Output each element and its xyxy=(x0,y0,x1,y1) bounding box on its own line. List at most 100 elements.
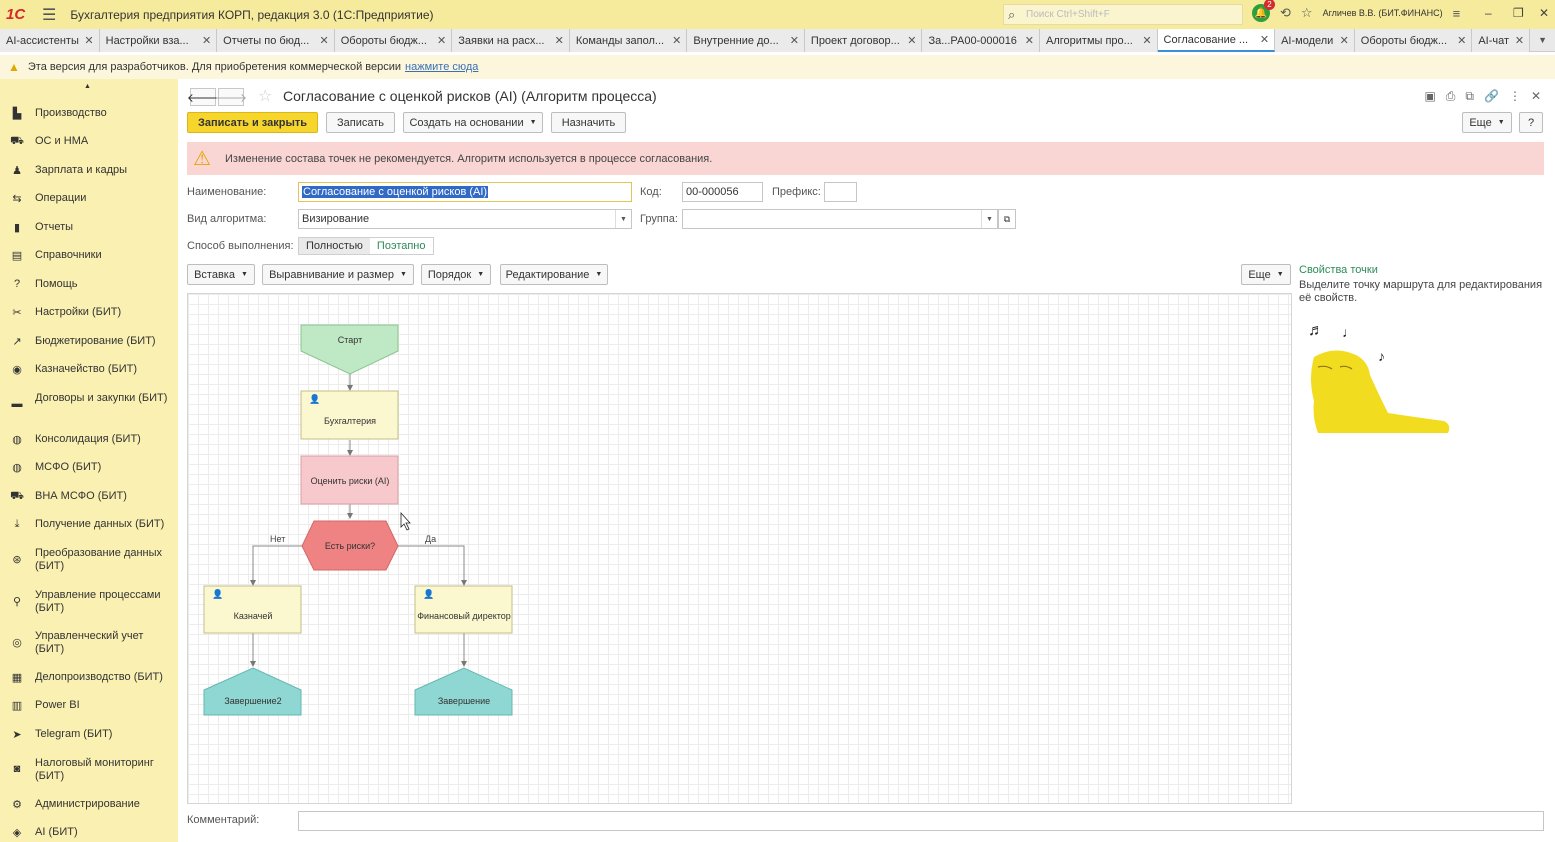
close-tab-icon[interactable]: ✕ xyxy=(1515,34,1524,47)
sidebar-item-20[interactable]: ➤ Telegram (БИТ) xyxy=(0,722,178,748)
node-treasurer[interactable]: 👤 Казначей xyxy=(203,585,302,634)
sidebar-item-19[interactable]: ▥ Power BI xyxy=(0,693,178,719)
close-tab-icon[interactable]: ✕ xyxy=(1025,34,1034,47)
sidebar-item-18[interactable]: ▦ Делопроизводство (БИТ) xyxy=(0,665,178,691)
node-accounting[interactable]: 👤 Бухгалтерия xyxy=(300,390,399,440)
chevron-down-icon[interactable]: ▼ xyxy=(615,210,631,228)
sidebar-item-10[interactable]: ▬ Договоры и закупки (БИТ) xyxy=(0,392,178,418)
insert-menu-button[interactable]: Вставка ▼ xyxy=(187,264,255,285)
tab-9[interactable]: Алгоритмы про... ✕ xyxy=(1040,29,1158,52)
align-size-menu-button[interactable]: Выравнивание и размер ▼ xyxy=(262,264,414,285)
close-tab-icon[interactable]: ✕ xyxy=(907,34,916,47)
more-button[interactable]: Еще ▼ xyxy=(1462,112,1512,133)
sidebar-item-4[interactable]: ▮ Отчеты xyxy=(0,215,178,241)
help-button[interactable]: ? xyxy=(1519,112,1543,133)
close-tab-icon[interactable]: ✕ xyxy=(672,34,681,47)
more-vert-icon[interactable]: ⋮ xyxy=(1509,89,1521,104)
prefix-field[interactable] xyxy=(824,182,857,202)
print-icon[interactable]: ⎙ xyxy=(1446,89,1456,104)
name-field[interactable]: Согласование с оценкой рисков (AI) xyxy=(298,182,632,202)
scroll-up-icon[interactable]: ▲ xyxy=(84,83,91,90)
edit-menu-button[interactable]: Редактирование ▼ xyxy=(500,264,608,285)
node-end[interactable]: Завершение xyxy=(414,667,513,716)
sidebar-item-11[interactable]: ◍ Консолидация (БИТ) xyxy=(0,427,178,453)
menu-icon[interactable]: ☰ xyxy=(42,5,56,25)
user-name[interactable]: Агличев В.В. (БИТ.ФИНАНС) xyxy=(1323,8,1443,18)
chevron-down-icon[interactable]: ▼ xyxy=(981,210,997,228)
tab-7[interactable]: Проект договор... ✕ xyxy=(804,29,923,52)
close-tab-icon[interactable]: ✕ xyxy=(555,34,564,47)
sidebar-item-23[interactable]: ◈ AI (БИТ) xyxy=(0,820,178,842)
canvas-more-button[interactable]: Еще ▼ xyxy=(1241,264,1291,285)
forward-button[interactable]: 🡒 xyxy=(215,88,247,106)
sidebar-item-14[interactable]: ⤓ Получение данных (БИТ) xyxy=(0,512,178,538)
group-select[interactable]: ▼ xyxy=(682,209,998,229)
algorithm-kind-select[interactable]: Визирование ▼ xyxy=(298,209,632,229)
search-input[interactable]: ⌕ Поиск Ctrl+Shift+F xyxy=(1003,4,1243,25)
node-start[interactable]: Старт xyxy=(300,324,399,375)
favorite-star-icon[interactable]: ☆ xyxy=(258,86,272,106)
order-menu-button[interactable]: Порядок ▼ xyxy=(421,264,491,285)
sidebar-item-16[interactable]: ⚲ Управление процессами (БИТ) xyxy=(0,589,178,615)
tab-6[interactable]: Внутренние до... ✕ xyxy=(687,29,805,52)
sidebar-item-2[interactable]: ♟ Зарплата и кадры xyxy=(0,158,178,184)
tabs-more-icon[interactable]: ▼ xyxy=(1530,29,1555,51)
favorites-icon[interactable]: ☆ xyxy=(1301,5,1313,21)
sidebar-item-8[interactable]: ↗ Бюджетирование (БИТ) xyxy=(0,329,178,355)
sidebar-item-3[interactable]: ⇆ Операции xyxy=(0,186,178,212)
tab-3[interactable]: Обороты бюдж... ✕ xyxy=(334,29,453,52)
sidebar-item-7[interactable]: ✂ Настройки (БИТ) xyxy=(0,300,178,326)
comment-field[interactable] xyxy=(298,811,1544,831)
notifications-icon[interactable]: 🔔 2 xyxy=(1252,0,1275,22)
sidebar-item-0[interactable]: ▙ Производство xyxy=(0,101,178,127)
sidebar-item-9[interactable]: ◉ Казначейство (БИТ) xyxy=(0,357,178,383)
sidebar-item-17[interactable]: ◎ Управленческий учет (БИТ) xyxy=(0,630,178,656)
close-window-icon[interactable]: ✕ xyxy=(1539,6,1549,20)
close-tab-icon[interactable]: ✕ xyxy=(1340,34,1349,47)
minimize-icon[interactable]: – xyxy=(1485,6,1492,20)
tab-11[interactable]: AI-модели ✕ xyxy=(1275,29,1355,52)
preview-icon[interactable]: ⧉ xyxy=(1465,89,1474,104)
sidebar-item-12[interactable]: ◍ МСФО (БИТ) xyxy=(0,455,178,481)
close-tab-icon[interactable]: ✕ xyxy=(320,34,329,47)
purchase-link[interactable]: нажмите сюда xyxy=(405,61,478,73)
code-field[interactable]: 00-000056 xyxy=(682,182,763,202)
node-assess-risks[interactable]: Оценить риски (AI) xyxy=(300,455,399,505)
sidebar-item-6[interactable]: ? Помощь xyxy=(0,272,178,298)
close-tab-icon[interactable]: ✕ xyxy=(202,34,211,47)
save-icon[interactable]: ▣ xyxy=(1424,89,1435,104)
close-tab-icon[interactable]: ✕ xyxy=(437,34,446,47)
tab-2[interactable]: Отчеты по бюд... ✕ xyxy=(217,29,335,52)
sidebar-item-13[interactable]: ⛟ ВНА МСФО (БИТ) xyxy=(0,484,178,510)
close-tab-icon[interactable]: ✕ xyxy=(1260,33,1269,46)
node-decision[interactable]: Есть риски? xyxy=(301,520,399,571)
open-group-icon[interactable]: ⧉ xyxy=(998,209,1016,229)
tab-0[interactable]: AI-ассистенты ✕ xyxy=(0,29,100,52)
save-button[interactable]: Записать xyxy=(326,112,395,133)
tab-1[interactable]: Настройки вза... ✕ xyxy=(99,29,218,52)
close-form-icon[interactable]: ✕ xyxy=(1531,89,1541,104)
sidebar-item-22[interactable]: ⚙ Администрирование xyxy=(0,792,178,818)
node-end2[interactable]: Завершение2 xyxy=(203,667,302,716)
save-and-close-button[interactable]: Записать и закрыть xyxy=(187,112,318,133)
node-cfo[interactable]: 👤 Финансовый директор xyxy=(414,585,513,634)
close-tab-icon[interactable]: ✕ xyxy=(84,34,93,47)
link-icon[interactable]: 🔗 xyxy=(1484,89,1499,104)
settings-icon[interactable]: ≡ xyxy=(1453,6,1461,21)
sidebar-item-21[interactable]: ◙ Налоговый мониторинг (БИТ) xyxy=(0,757,178,783)
tab-4[interactable]: Заявки на расх... ✕ xyxy=(452,29,570,52)
restore-icon[interactable]: ❐ xyxy=(1513,6,1524,20)
mode-option-full[interactable]: Полностью xyxy=(299,238,370,254)
tab-8[interactable]: За...РА00-000016 ✕ xyxy=(922,29,1040,52)
sidebar-item-15[interactable]: ⊛ Преобразование данных (БИТ) xyxy=(0,547,178,573)
close-tab-icon[interactable]: ✕ xyxy=(1142,34,1151,47)
back-button[interactable]: 🡐 xyxy=(187,88,219,106)
flowchart-canvas[interactable]: Нет Да Старт 👤 Бухгалтерия Оценить риски… xyxy=(187,293,1292,804)
tab-5[interactable]: Команды запол... ✕ xyxy=(569,29,688,52)
close-tab-icon[interactable]: ✕ xyxy=(790,34,799,47)
tab-12[interactable]: Обороты бюдж... ✕ xyxy=(1354,29,1473,52)
sidebar-item-5[interactable]: ▤ Справочники xyxy=(0,243,178,269)
history-icon[interactable]: ⟲ xyxy=(1280,5,1291,21)
assign-button[interactable]: Назначить xyxy=(551,112,626,133)
tab-10[interactable]: Согласование ... ✕ xyxy=(1157,29,1276,52)
